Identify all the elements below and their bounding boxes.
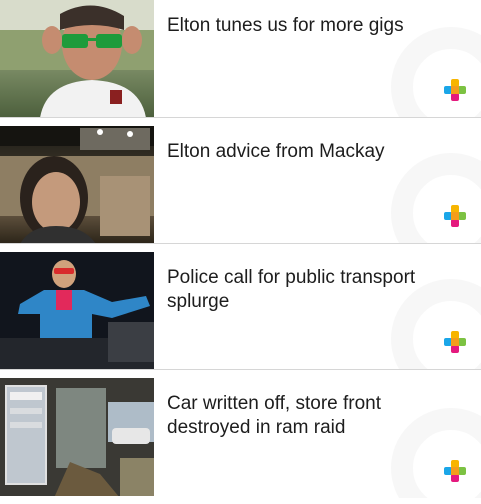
plus-icon	[444, 205, 466, 227]
article-thumbnail[interactable]	[0, 126, 154, 243]
plus-icon	[444, 79, 466, 101]
watermark-circle	[391, 27, 481, 117]
list-item[interactable]: Car written off, store front destroyed i…	[0, 378, 481, 498]
article-thumbnail[interactable]	[0, 378, 154, 496]
article-title[interactable]: Elton tunes us for more gigs	[167, 14, 447, 38]
list-item[interactable]: Elton advice from Mackay	[0, 126, 481, 244]
list-item[interactable]: Police call for public transport splurge	[0, 252, 481, 370]
article-title[interactable]: Elton advice from Mackay	[167, 140, 447, 164]
watermark-circle	[391, 153, 481, 243]
list-item[interactable]: Elton tunes us for more gigs	[0, 0, 481, 118]
article-thumbnail[interactable]	[0, 252, 154, 369]
article-thumbnail[interactable]	[0, 0, 154, 117]
plus-icon	[444, 331, 466, 353]
plus-icon	[444, 460, 466, 482]
article-list: Elton tunes us for more gigs Elton advic…	[0, 0, 481, 498]
